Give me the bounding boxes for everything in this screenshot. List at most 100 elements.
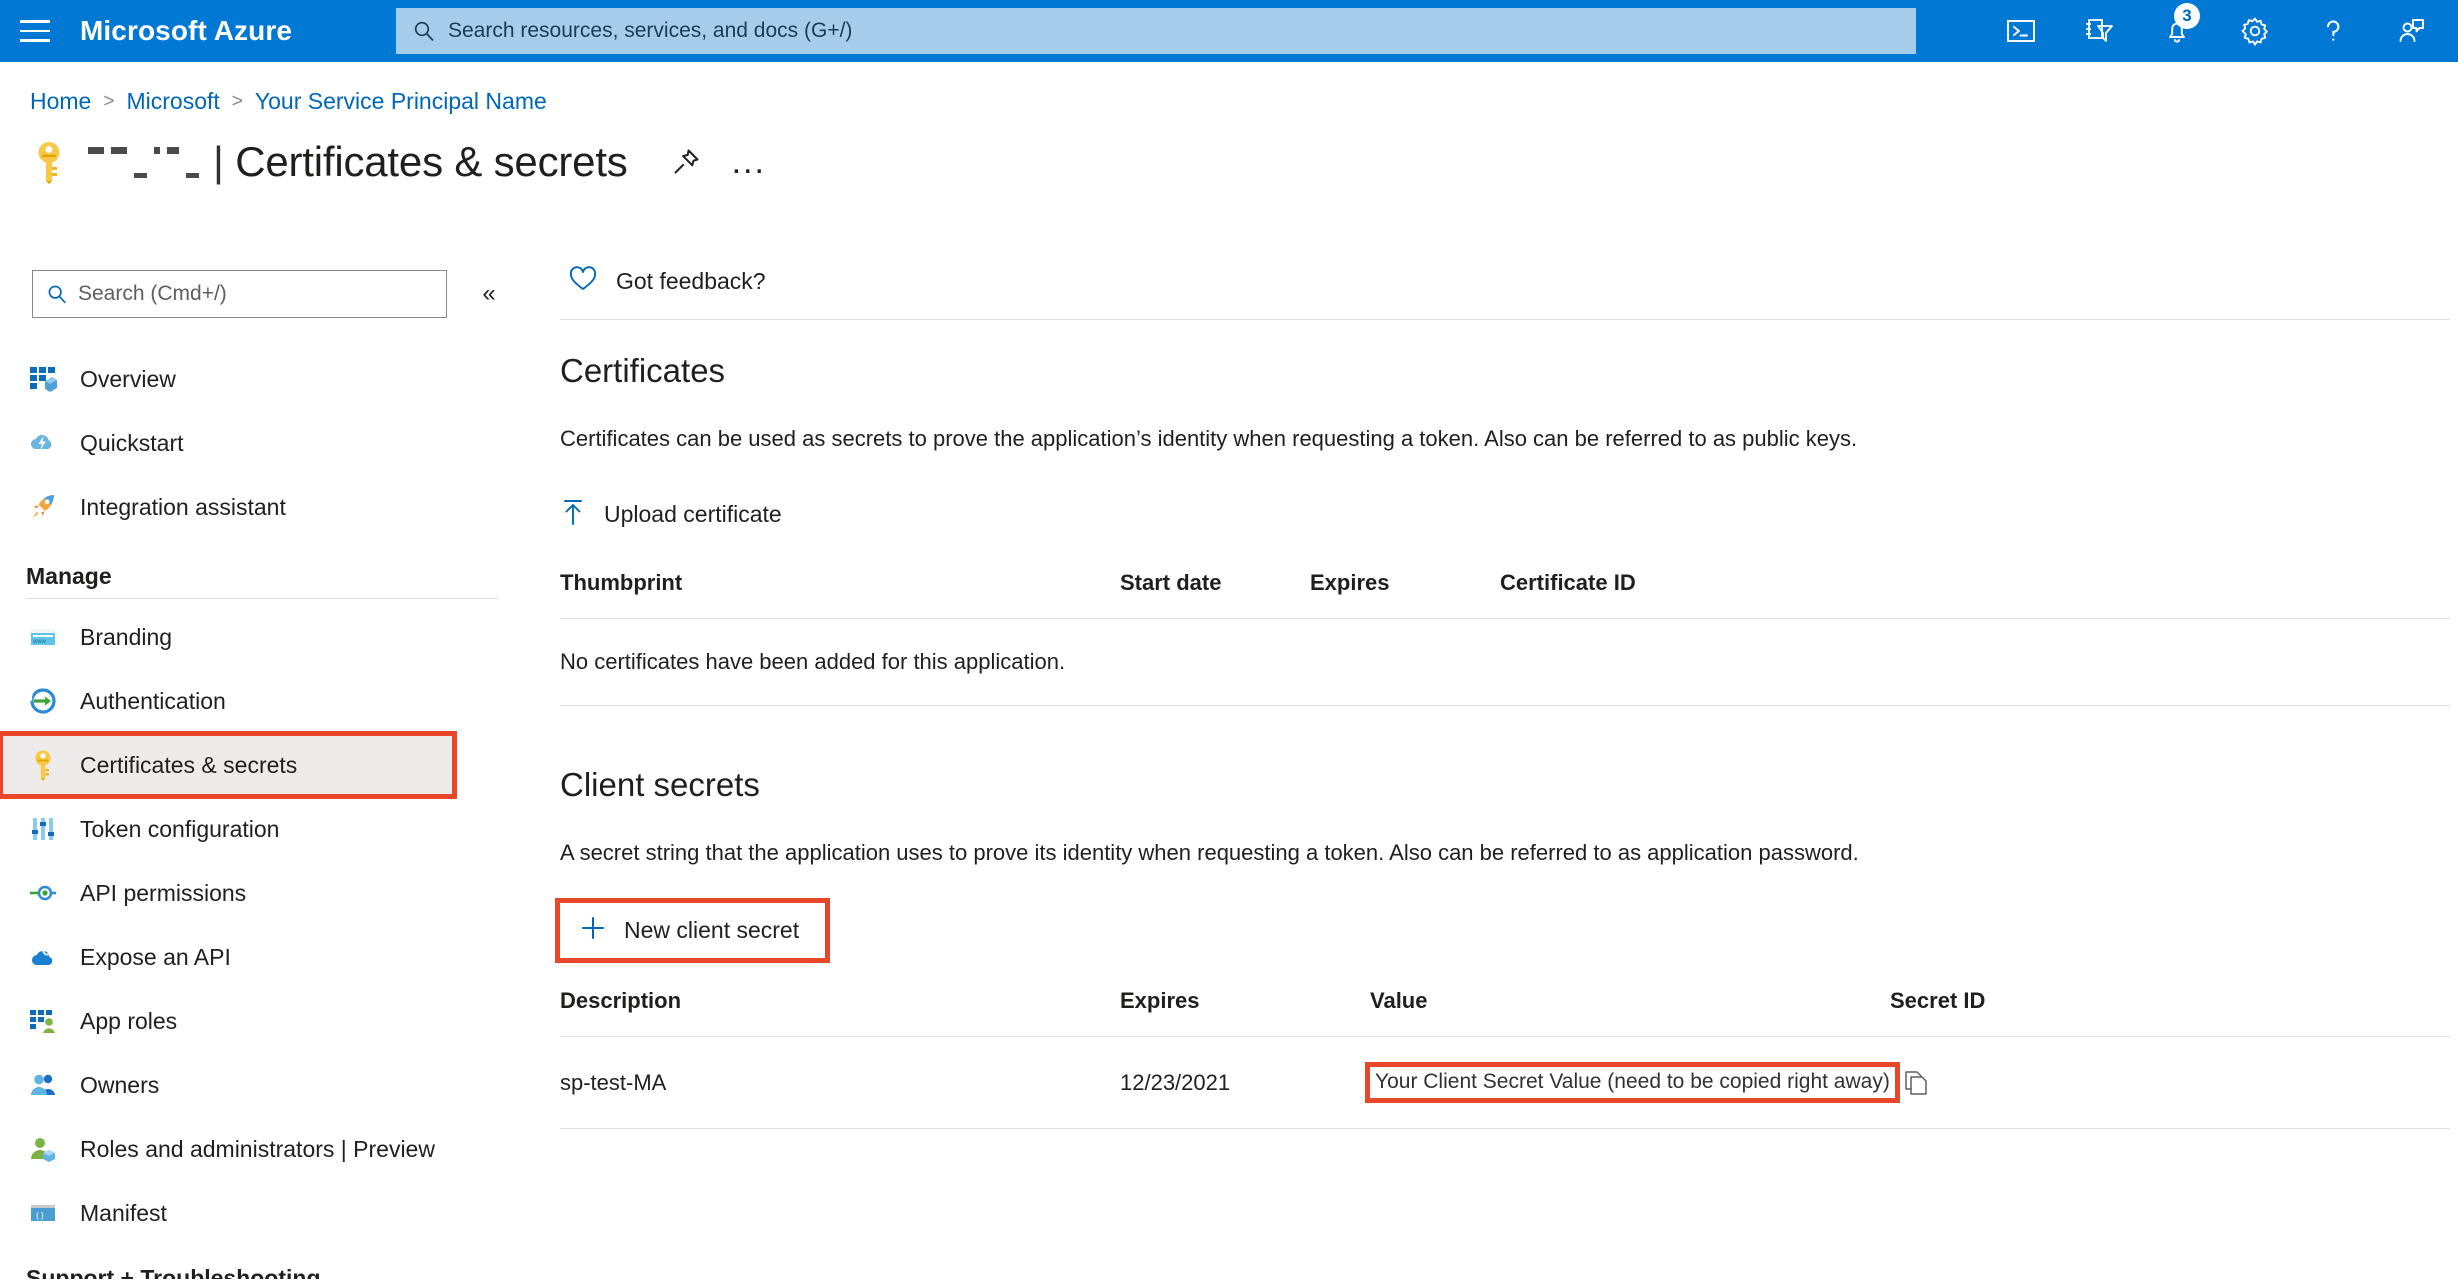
sidebar-item-certificates-secrets[interactable]: Certificates & secrets	[0, 731, 457, 799]
breadcrumb-item-microsoft[interactable]: Microsoft	[126, 88, 219, 115]
sidebar-item-owners[interactable]: Owners	[0, 1053, 520, 1117]
azure-brand-logo[interactable]: Microsoft Azure	[80, 15, 292, 47]
sidebar-item-quickstart[interactable]: Quickstart	[0, 411, 520, 475]
column-header-expires[interactable]: Expires	[1120, 988, 1370, 1037]
directories-subscriptions-icon[interactable]	[2060, 0, 2138, 62]
breadcrumb-separator-icon: >	[103, 90, 115, 112]
sidebar-item-label: Integration assistant	[80, 493, 286, 520]
column-header-start-date[interactable]: Start date	[1120, 570, 1310, 619]
certificates-table: Thumbprint Start date Expires Certificat…	[560, 570, 2450, 706]
sidebar-item-label: Authentication	[80, 687, 226, 714]
new-client-secret-button[interactable]: New client secret	[554, 898, 831, 964]
breadcrumb-separator-icon: >	[231, 90, 243, 112]
help-question-icon[interactable]	[2294, 0, 2372, 62]
authentication-arrow-icon	[26, 684, 60, 718]
sidebar-nav-list: Overview Quickstart Integration assistan…	[0, 347, 520, 1287]
cloud-shell-icon[interactable]	[1982, 0, 2060, 62]
secret-value-cell: Your Client Secret Value (need to be cop…	[1365, 1036, 1927, 1130]
app-roles-icon	[26, 1004, 60, 1038]
sidebar-item-branding[interactable]: www Branding	[0, 605, 520, 669]
overview-grid-icon	[26, 362, 60, 396]
sidebar-item-token-configuration[interactable]: Token configuration	[0, 797, 520, 861]
sidebar-section-support: Support + Troubleshooting	[26, 1265, 321, 1279]
column-header-value[interactable]: Value	[1370, 988, 1890, 1037]
collapse-sidebar-icon[interactable]: «	[472, 277, 506, 311]
manifest-braces-icon: { }	[26, 1196, 60, 1230]
hamburger-menu-icon[interactable]	[0, 0, 70, 62]
sidebar-search-input[interactable]	[78, 282, 446, 306]
key-icon	[26, 139, 72, 185]
breadcrumb-item-service-principal[interactable]: Your Service Principal Name	[255, 88, 547, 115]
sidebar-item-label: API permissions	[80, 879, 247, 906]
secret-id-cell	[1890, 1036, 2450, 1130]
header-action-icons: 3	[1982, 0, 2450, 62]
table-header-row: Description Expires Value Secret ID	[560, 988, 2450, 1037]
sidebar-item-label: Expose an API	[80, 943, 231, 970]
certificates-description: Certificates can be used as secrets to p…	[560, 426, 1858, 451]
secret-value-text: Your Client Secret Value (need to be cop…	[1365, 1062, 1900, 1104]
sidebar-item-label: Roles and administrators | Preview	[80, 1135, 435, 1162]
content-divider	[560, 319, 2450, 320]
key-icon	[26, 748, 60, 782]
feedback-person-icon[interactable]	[2372, 0, 2450, 62]
sidebar-item-label: Overview	[80, 365, 176, 392]
sidebar-item-authentication[interactable]: Authentication	[0, 669, 520, 733]
column-header-secret-id[interactable]: Secret ID	[1890, 988, 2450, 1037]
plus-icon	[580, 915, 606, 946]
sidebar-item-expose-an-api[interactable]: Expose an API	[0, 925, 520, 989]
global-search-box[interactable]	[396, 8, 1916, 54]
settings-gear-icon[interactable]	[2216, 0, 2294, 62]
heart-icon	[568, 264, 598, 299]
more-options-icon[interactable]: ...	[732, 145, 766, 179]
sidebar-item-roles-and-administrators[interactable]: Roles and administrators | Preview	[0, 1117, 520, 1181]
breadcrumb: Home > Microsoft > Your Service Principa…	[30, 88, 547, 115]
title-pipe: |	[213, 138, 224, 185]
client-secrets-section-title: Client secrets	[560, 765, 760, 803]
breadcrumb-item-home[interactable]: Home	[30, 88, 91, 115]
column-header-certificate-id[interactable]: Certificate ID	[1500, 570, 2450, 619]
resource-menu-sidebar: « Overview	[0, 255, 520, 1286]
table-row: sp-test-MA 12/23/2021 Your Client Secret…	[560, 1036, 2450, 1130]
roles-admin-icon	[26, 1132, 60, 1166]
sidebar-item-label: Owners	[80, 1071, 160, 1098]
sidebar-item-label: Branding	[80, 623, 173, 650]
notification-count-badge: 3	[2174, 3, 2200, 29]
pin-icon[interactable]	[670, 146, 702, 178]
api-permissions-icon	[26, 876, 60, 910]
sidebar-item-label: Quickstart	[80, 429, 184, 456]
table-empty-row: No certificates have been added for this…	[560, 618, 2450, 706]
client-secrets-table: Description Expires Value Secret ID sp-t…	[560, 988, 2450, 1130]
sidebar-item-label: Token configuration	[80, 815, 280, 842]
new-client-secret-label: New client secret	[624, 917, 800, 944]
copy-icon[interactable]	[1903, 1069, 1929, 1097]
sidebar-item-integration-assistant[interactable]: Integration assistant	[0, 475, 520, 539]
page-title-text: Certificates & secrets	[235, 138, 628, 185]
certificates-empty-message: No certificates have been added for this…	[560, 618, 2450, 706]
page-title-row: | Certificates & secrets ...	[26, 132, 766, 192]
table-header-row: Thumbprint Start date Expires Certificat…	[560, 570, 2450, 619]
got-feedback-button[interactable]: Got feedback?	[560, 255, 2458, 307]
sidebar-item-api-permissions[interactable]: API permissions	[0, 861, 520, 925]
search-input[interactable]	[448, 19, 1916, 43]
upload-certificate-button[interactable]: Upload certificate	[560, 490, 790, 540]
upload-icon	[560, 497, 586, 532]
redacted-app-name	[88, 140, 199, 184]
svg-text:{ }: { }	[36, 1211, 44, 1220]
sidebar-item-app-roles[interactable]: App roles	[0, 989, 520, 1053]
sidebar-search-box[interactable]	[32, 270, 447, 318]
sidebar-item-label: Manifest	[80, 1199, 167, 1226]
notifications-bell-icon[interactable]: 3	[2138, 0, 2216, 62]
certificates-section-title: Certificates	[560, 352, 726, 389]
column-header-description[interactable]: Description	[560, 988, 1120, 1037]
column-header-thumbprint[interactable]: Thumbprint	[560, 570, 1120, 619]
search-icon	[46, 283, 68, 305]
sidebar-item-manifest[interactable]: { } Manifest	[0, 1181, 520, 1245]
column-header-expires[interactable]: Expires	[1310, 570, 1500, 619]
main-content: Got feedback? Certificates Certificates …	[554, 255, 2458, 1286]
got-feedback-label: Got feedback?	[616, 267, 766, 294]
upload-certificate-label: Upload certificate	[604, 501, 782, 528]
global-header: Microsoft Azure Search resources, servic…	[0, 0, 2458, 62]
rocket-icon	[26, 490, 60, 524]
page-title-actions: ...	[670, 145, 766, 179]
sidebar-item-overview[interactable]: Overview	[0, 347, 520, 411]
